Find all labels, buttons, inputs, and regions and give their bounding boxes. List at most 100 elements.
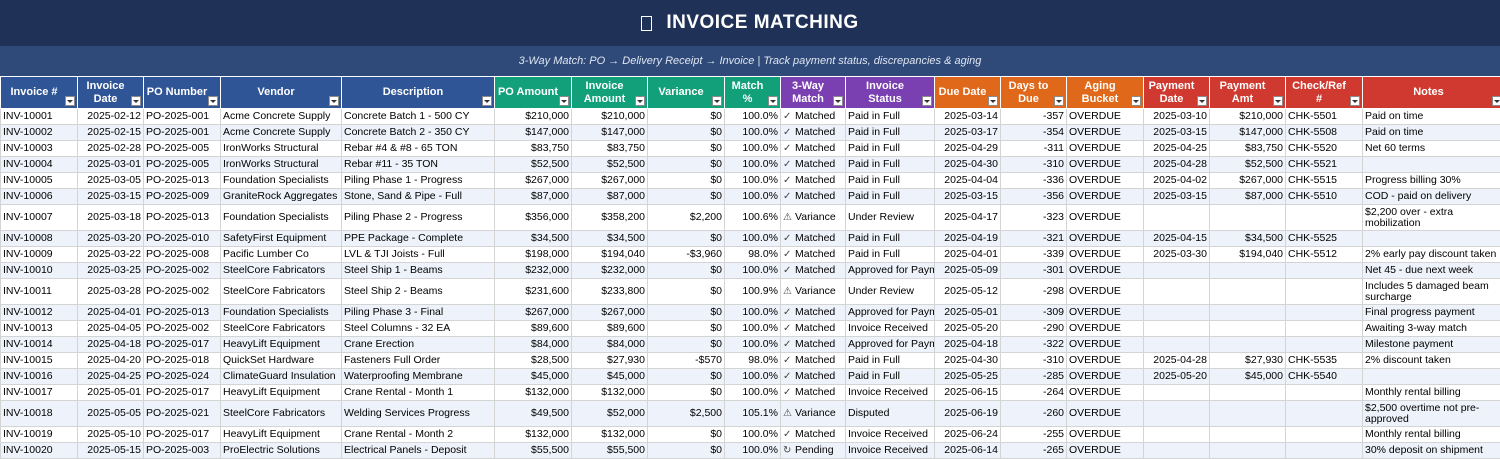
invoice-amount-cell[interactable]: $267,000	[572, 305, 648, 321]
three-way-match-cell[interactable]: ✓Matched	[781, 189, 846, 205]
three-way-match-cell[interactable]: ✓Matched	[781, 125, 846, 141]
aging-bucket-cell[interactable]: OVERDUE	[1067, 369, 1144, 385]
invoice-status-cell[interactable]: Paid in Full	[846, 247, 935, 263]
invoice-date-cell[interactable]: 2025-03-18	[78, 205, 144, 231]
variance-cell[interactable]: $0	[648, 141, 725, 157]
aging-bucket-cell[interactable]: OVERDUE	[1067, 231, 1144, 247]
invoice-date-cell[interactable]: 2025-03-28	[78, 279, 144, 305]
vendor-cell[interactable]: GraniteRock Aggregates	[221, 189, 342, 205]
filter-dropdown-icon[interactable]	[635, 96, 645, 106]
due-date-cell[interactable]: 2025-06-14	[935, 443, 1001, 459]
three-way-match-cell[interactable]: ✓Matched	[781, 369, 846, 385]
due-date-cell[interactable]: 2025-05-01	[935, 305, 1001, 321]
payment-amount-cell[interactable]	[1210, 305, 1286, 321]
days-to-due-cell[interactable]: -264	[1001, 385, 1067, 401]
column-header[interactable]: Check/Ref #	[1286, 77, 1363, 109]
check-ref-cell[interactable]	[1286, 321, 1363, 337]
invoice-status-cell[interactable]: Approved for Payme	[846, 337, 935, 353]
match-percent-cell[interactable]: 100.6%	[725, 205, 781, 231]
invoice-amount-cell[interactable]: $233,800	[572, 279, 648, 305]
notes-cell[interactable]: Final progress payment	[1363, 305, 1500, 321]
notes-cell[interactable]: $2,500 overtime not pre-approved	[1363, 401, 1500, 427]
payment-date-cell[interactable]: 2025-04-15	[1144, 231, 1210, 247]
table-row[interactable]: INV-100052025-03-05PO-2025-013Foundation…	[1, 173, 1500, 189]
payment-amount-cell[interactable]: $87,000	[1210, 189, 1286, 205]
table-row[interactable]: INV-100182025-05-05PO-2025-021SteelCore …	[1, 401, 1500, 427]
po-amount-cell[interactable]: $52,500	[495, 157, 572, 173]
payment-date-cell[interactable]	[1144, 385, 1210, 401]
payment-date-cell[interactable]: 2025-03-30	[1144, 247, 1210, 263]
check-ref-cell[interactable]: CHK-5535	[1286, 353, 1363, 369]
po-amount-cell[interactable]: $356,000	[495, 205, 572, 231]
po-number-cell[interactable]: PO-2025-021	[144, 401, 221, 427]
aging-bucket-cell[interactable]: OVERDUE	[1067, 263, 1144, 279]
invoice-number-cell[interactable]: INV-10005	[1, 173, 78, 189]
payment-amount-cell[interactable]: $27,930	[1210, 353, 1286, 369]
table-row[interactable]: INV-100042025-03-01PO-2025-005IronWorks …	[1, 157, 1500, 173]
invoice-date-cell[interactable]: 2025-03-05	[78, 173, 144, 189]
payment-amount-cell[interactable]	[1210, 337, 1286, 353]
due-date-cell[interactable]: 2025-04-04	[935, 173, 1001, 189]
column-header[interactable]: PO Amount	[495, 77, 572, 109]
invoice-number-cell[interactable]: INV-10006	[1, 189, 78, 205]
vendor-cell[interactable]: ProElectric Solutions	[221, 443, 342, 459]
aging-bucket-cell[interactable]: OVERDUE	[1067, 157, 1144, 173]
table-row[interactable]: INV-100082025-03-20PO-2025-010SafetyFirs…	[1, 231, 1500, 247]
invoice-amount-cell[interactable]: $87,000	[572, 189, 648, 205]
match-percent-cell[interactable]: 100.0%	[725, 125, 781, 141]
po-amount-cell[interactable]: $84,000	[495, 337, 572, 353]
aging-bucket-cell[interactable]: OVERDUE	[1067, 173, 1144, 189]
vendor-cell[interactable]: SafetyFirst Equipment	[221, 231, 342, 247]
description-cell[interactable]: Crane Erection	[342, 337, 495, 353]
column-header[interactable]: Variance	[648, 77, 725, 109]
aging-bucket-cell[interactable]: OVERDUE	[1067, 141, 1144, 157]
invoice-amount-cell[interactable]: $55,500	[572, 443, 648, 459]
filter-dropdown-icon[interactable]	[329, 96, 339, 106]
invoice-date-cell[interactable]: 2025-03-25	[78, 263, 144, 279]
due-date-cell[interactable]: 2025-04-19	[935, 231, 1001, 247]
vendor-cell[interactable]: ClimateGuard Insulation	[221, 369, 342, 385]
filter-dropdown-icon[interactable]	[1350, 96, 1360, 106]
invoice-number-cell[interactable]: INV-10007	[1, 205, 78, 231]
filter-dropdown-icon[interactable]	[1273, 96, 1283, 106]
invoice-status-cell[interactable]: Paid in Full	[846, 353, 935, 369]
invoice-number-cell[interactable]: INV-10020	[1, 443, 78, 459]
variance-cell[interactable]: $0	[648, 337, 725, 353]
invoice-status-cell[interactable]: Paid in Full	[846, 141, 935, 157]
invoice-status-cell[interactable]: Invoice Received	[846, 321, 935, 337]
description-cell[interactable]: Welding Services Progress	[342, 401, 495, 427]
notes-cell[interactable]: Monthly rental billing	[1363, 427, 1500, 443]
days-to-due-cell[interactable]: -310	[1001, 157, 1067, 173]
match-percent-cell[interactable]: 100.0%	[725, 263, 781, 279]
po-amount-cell[interactable]: $34,500	[495, 231, 572, 247]
column-header[interactable]: Due Date	[935, 77, 1001, 109]
aging-bucket-cell[interactable]: OVERDUE	[1067, 305, 1144, 321]
due-date-cell[interactable]: 2025-06-19	[935, 401, 1001, 427]
days-to-due-cell[interactable]: -301	[1001, 263, 1067, 279]
vendor-cell[interactable]: Foundation Specialists	[221, 173, 342, 189]
filter-dropdown-icon[interactable]	[208, 96, 218, 106]
description-cell[interactable]: Piling Phase 2 - Progress	[342, 205, 495, 231]
payment-amount-cell[interactable]: $267,000	[1210, 173, 1286, 189]
table-row[interactable]: INV-100162025-04-25PO-2025-024ClimateGua…	[1, 369, 1500, 385]
po-number-cell[interactable]: PO-2025-024	[144, 369, 221, 385]
table-row[interactable]: INV-100122025-04-01PO-2025-013Foundation…	[1, 305, 1500, 321]
invoice-status-cell[interactable]: Paid in Full	[846, 125, 935, 141]
aging-bucket-cell[interactable]: OVERDUE	[1067, 321, 1144, 337]
payment-amount-cell[interactable]	[1210, 205, 1286, 231]
due-date-cell[interactable]: 2025-04-29	[935, 141, 1001, 157]
column-header[interactable]: 3-Way Match	[781, 77, 846, 109]
days-to-due-cell[interactable]: -285	[1001, 369, 1067, 385]
due-date-cell[interactable]: 2025-04-30	[935, 157, 1001, 173]
po-amount-cell[interactable]: $147,000	[495, 125, 572, 141]
check-ref-cell[interactable]: CHK-5521	[1286, 157, 1363, 173]
po-number-cell[interactable]: PO-2025-005	[144, 141, 221, 157]
payment-amount-cell[interactable]: $210,000	[1210, 109, 1286, 125]
notes-cell[interactable]: Paid on time	[1363, 125, 1500, 141]
notes-cell[interactable]: Includes 5 damaged beam surcharge	[1363, 279, 1500, 305]
due-date-cell[interactable]: 2025-05-20	[935, 321, 1001, 337]
vendor-cell[interactable]: Pacific Lumber Co	[221, 247, 342, 263]
column-header[interactable]: Notes	[1363, 77, 1500, 109]
invoice-status-cell[interactable]: Invoice Received	[846, 427, 935, 443]
invoice-amount-cell[interactable]: $34,500	[572, 231, 648, 247]
